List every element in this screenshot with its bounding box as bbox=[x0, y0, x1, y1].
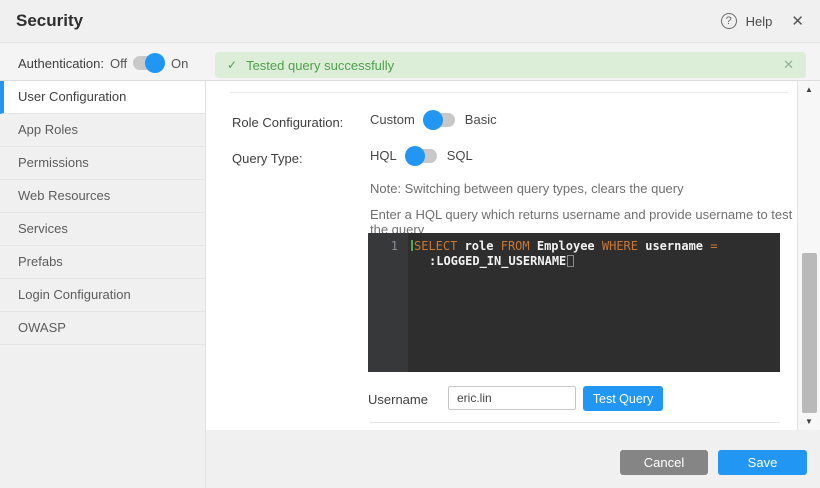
authentication-off-label: Off bbox=[110, 56, 127, 71]
sidebar-item-login-configuration[interactable]: Login Configuration bbox=[0, 279, 205, 312]
help-link[interactable]: Help bbox=[746, 14, 773, 29]
code-token: username bbox=[638, 239, 710, 253]
authentication-toggle[interactable] bbox=[133, 56, 163, 70]
editor-caret bbox=[411, 240, 413, 251]
editor-code: SELECT role FROM Employee WHERE username… bbox=[408, 233, 717, 372]
code-token: WHERE bbox=[602, 239, 638, 253]
code-token: Employee bbox=[530, 239, 602, 253]
success-banner: ✓ Tested query successfully ✕ bbox=[215, 52, 806, 78]
role-configuration-control: Custom Basic bbox=[370, 112, 497, 127]
username-input[interactable] bbox=[448, 386, 576, 410]
check-icon: ✓ bbox=[227, 58, 237, 72]
toggle-knob bbox=[423, 110, 443, 130]
save-button[interactable]: Save bbox=[718, 450, 807, 475]
toggle-knob bbox=[145, 53, 165, 73]
code-token: SELECT bbox=[414, 239, 457, 253]
toggle-knob bbox=[405, 146, 425, 166]
vertical-scrollbar[interactable]: ▲ ▼ bbox=[797, 81, 820, 430]
banner-close-icon[interactable]: ✕ bbox=[783, 57, 794, 73]
top-divider bbox=[230, 92, 788, 93]
username-label: Username bbox=[368, 392, 428, 407]
sidebar-item-web-resources[interactable]: Web Resources bbox=[0, 180, 205, 213]
code-token: role bbox=[457, 239, 500, 253]
query-type-control: HQL SQL bbox=[370, 148, 473, 163]
scroll-up-icon[interactable]: ▲ bbox=[798, 85, 820, 94]
code-token: = bbox=[710, 239, 717, 253]
scrollbar-thumb[interactable] bbox=[802, 253, 817, 413]
editor-cursor bbox=[567, 255, 574, 267]
query-type-toggle[interactable] bbox=[407, 149, 437, 163]
sidebar-item-services[interactable]: Services bbox=[0, 213, 205, 246]
cancel-button[interactable]: Cancel bbox=[620, 450, 708, 475]
authentication-on-label: On bbox=[171, 56, 188, 71]
sidebar-item-user-configuration[interactable]: User Configuration bbox=[0, 81, 205, 114]
sidebar-item-permissions[interactable]: Permissions bbox=[0, 147, 205, 180]
sidebar-item-owasp[interactable]: OWASP bbox=[0, 312, 205, 345]
sidebar-item-app-roles[interactable]: App Roles bbox=[0, 114, 205, 147]
sidebar-item-prefabs[interactable]: Prefabs bbox=[0, 246, 205, 279]
role-custom-label: Custom bbox=[370, 112, 415, 127]
query-note: Note: Switching between query types, cle… bbox=[370, 181, 684, 196]
role-basic-label: Basic bbox=[465, 112, 497, 127]
page-title: Security bbox=[16, 11, 83, 31]
query-sql-label: SQL bbox=[447, 148, 473, 163]
header-actions: ? Help ✕ bbox=[721, 12, 804, 30]
test-query-button[interactable]: Test Query bbox=[583, 386, 663, 411]
code-token: FROM bbox=[501, 239, 530, 253]
role-configuration-toggle[interactable] bbox=[425, 113, 455, 127]
help-icon[interactable]: ? bbox=[721, 13, 737, 29]
sidebar: User Configuration App Roles Permissions… bbox=[0, 81, 205, 345]
editor-gutter: 1 bbox=[368, 233, 408, 372]
code-token: :LOGGED_IN_USERNAME bbox=[429, 254, 566, 268]
content-panel: Role Configuration: Custom Basic Query T… bbox=[206, 81, 797, 430]
role-configuration-label: Role Configuration: bbox=[232, 115, 343, 130]
dialog-header: Security ? Help ✕ bbox=[0, 0, 820, 43]
success-message: Tested query successfully bbox=[246, 58, 783, 73]
query-type-label: Query Type: bbox=[232, 151, 303, 166]
close-icon[interactable]: ✕ bbox=[791, 12, 804, 30]
bottom-divider bbox=[370, 422, 780, 423]
code-line-1: SELECT role FROM Employee WHERE username… bbox=[411, 239, 717, 254]
query-hql-label: HQL bbox=[370, 148, 397, 163]
line-number: 1 bbox=[391, 239, 398, 253]
query-code-editor[interactable]: 1 SELECT role FROM Employee WHERE userna… bbox=[368, 233, 780, 372]
scroll-down-icon[interactable]: ▼ bbox=[798, 417, 820, 426]
code-line-2: :LOGGED_IN_USERNAME bbox=[411, 254, 717, 269]
authentication-label: Authentication: bbox=[18, 56, 104, 71]
